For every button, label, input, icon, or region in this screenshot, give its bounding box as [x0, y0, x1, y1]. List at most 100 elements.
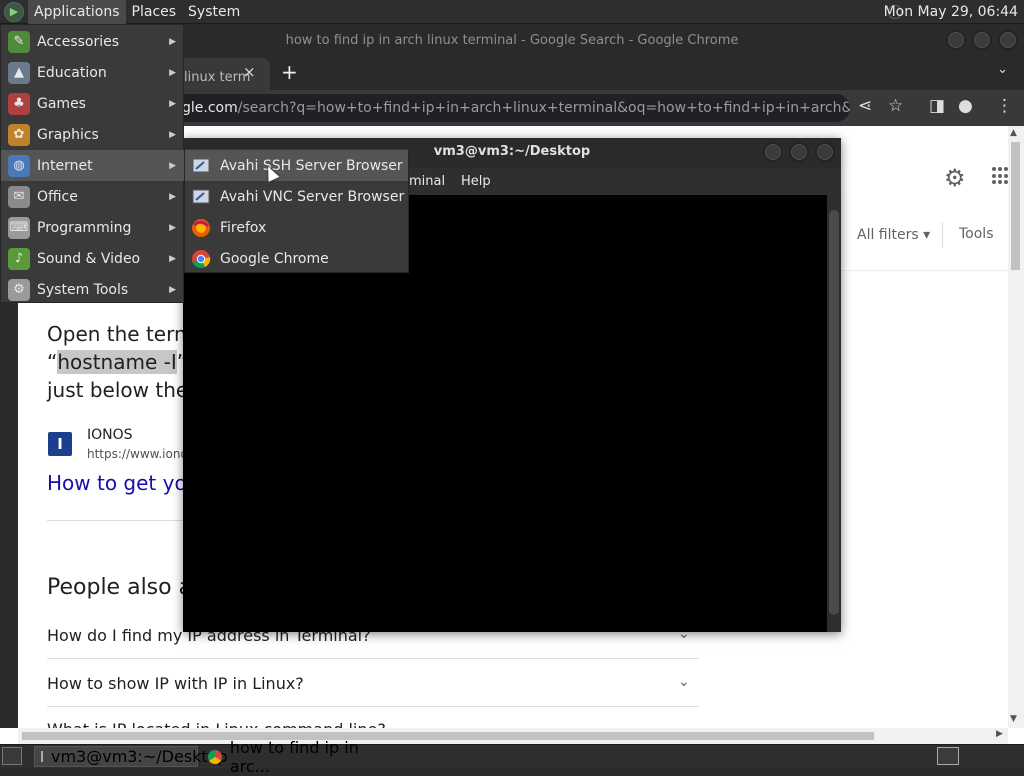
url-host: gle.com	[182, 100, 238, 116]
tab-close-icon[interactable]: ×	[243, 63, 256, 81]
source-name[interactable]: IONOS	[87, 427, 133, 443]
bookmark-star-icon[interactable]: ☆	[888, 96, 903, 116]
submenu-item-avahi-vnc-server-browser[interactable]: Avahi VNC Server Browser	[185, 181, 408, 212]
url-path: /search?q=how+to+find+ip+in+arch+linux+t…	[237, 100, 850, 116]
system-tools-icon: ⚙	[8, 278, 30, 301]
menu-item-label: Programming	[37, 219, 132, 236]
snippet-highlight: hostname -I	[57, 350, 177, 374]
menu-item-label: Internet	[37, 157, 93, 174]
horizontal-scroll-thumb[interactable]	[22, 732, 874, 740]
menu-item-sound-video[interactable]: ♪ Sound & Video ▶	[1, 243, 185, 274]
chevron-down-icon[interactable]: ⌄	[678, 674, 690, 690]
ionos-logo-icon: I	[48, 432, 72, 456]
snippet-line-1: Open the termi	[47, 322, 200, 346]
clock[interactable]: Mon May 29, 06:44	[884, 0, 1018, 24]
submenu-item-avahi-ssh-server-browser[interactable]: Avahi SSH Server Browser	[185, 150, 408, 181]
menu-item-internet[interactable]: ◍ Internet ▶	[1, 150, 185, 181]
menu-item-label: System Tools	[37, 281, 129, 298]
maximize-button[interactable]	[972, 30, 992, 50]
tab-search-icon[interactable]: ⌄	[997, 62, 1008, 77]
submenu-arrow-icon: ▶	[169, 284, 176, 295]
submenu-arrow-icon: ▶	[169, 67, 176, 78]
scroll-down-arrow-icon[interactable]: ▼	[1010, 714, 1017, 724]
menu-item-graphics[interactable]: ✿ Graphics ▶	[1, 119, 185, 150]
menu-item-label: Office	[37, 188, 78, 205]
all-filters-label: All filters	[857, 227, 919, 243]
sound-video-icon: ♪	[8, 247, 30, 270]
submenu-arrow-icon: ▶	[169, 36, 176, 47]
side-panel-icon[interactable]: ◨	[929, 96, 945, 116]
menu-item-accessories[interactable]: ✎ Accessories ▶	[1, 26, 185, 57]
help-menu[interactable]: Help	[461, 174, 491, 189]
applications-menu[interactable]: Applications	[28, 0, 126, 24]
terminal-maximize-button[interactable]	[789, 142, 809, 162]
menu-item-label: Graphics	[37, 126, 99, 143]
task-label: how to find ip in arc...	[229, 737, 359, 776]
task-chrome[interactable]: how to find ip in arc...	[202, 738, 402, 776]
menu-item-education[interactable]: ▲ Education ▶	[1, 57, 185, 88]
submenu-item-label: Avahi SSH Server Browser	[220, 157, 403, 174]
divider	[47, 658, 699, 659]
snippet-line-3: just below the c	[47, 378, 206, 402]
menu-item-label: Games	[37, 95, 86, 112]
vertical-scroll-thumb[interactable]	[1011, 142, 1020, 270]
terminal-minimize-button[interactable]	[763, 142, 783, 162]
submenu-arrow-icon: ▶	[169, 98, 176, 109]
scroll-up-arrow-icon[interactable]: ▲	[1010, 128, 1017, 138]
submenu-item-firefox[interactable]: Firefox	[185, 212, 408, 243]
accessories-icon: ✎	[8, 30, 30, 53]
workspace-switcher[interactable]	[937, 747, 959, 765]
games-icon: ♣	[8, 92, 30, 115]
submenu-arrow-icon: ▶	[169, 160, 176, 171]
submenu-arrow-icon: ▶	[169, 253, 176, 264]
places-menu[interactable]: Places	[126, 0, 183, 24]
settings-gear-icon[interactable]: ⚙	[944, 164, 966, 192]
new-tab-button[interactable]: +	[281, 60, 298, 84]
submenu-arrow-icon: ▶	[169, 222, 176, 233]
menu-item-programming[interactable]: ⌨ Programming ▶	[1, 212, 185, 243]
terminal-scroll-thumb[interactable]	[829, 210, 839, 615]
graphics-icon: ✿	[8, 123, 30, 146]
address-bar[interactable]: gle.com/search?q=how+to+find+ip+in+arch+…	[150, 94, 850, 122]
filters-divider	[942, 222, 943, 248]
avahi-ssh-icon	[190, 155, 212, 177]
chrome-icon	[208, 749, 222, 764]
tools-button[interactable]: Tools	[959, 226, 994, 242]
paa-question[interactable]: What is IP located in Linux command line…	[47, 720, 386, 728]
profile-avatar-icon[interactable]: ●	[958, 96, 973, 116]
education-icon: ▲	[8, 61, 30, 84]
terminal-icon	[41, 751, 43, 762]
internet-icon: ◍	[8, 154, 30, 177]
terminal-menu[interactable]: minal	[409, 174, 445, 189]
submenu-item-label: Avahi VNC Server Browser	[220, 188, 405, 205]
terminal-close-button[interactable]	[815, 142, 835, 162]
minimize-button[interactable]	[946, 30, 966, 50]
scroll-right-arrow-icon[interactable]: ▶	[996, 729, 1003, 739]
share-icon[interactable]: ⋖	[858, 96, 872, 116]
internet-submenu: Avahi SSH Server Browser Avahi VNC Server…	[184, 148, 409, 273]
close-button[interactable]	[998, 30, 1018, 50]
snippet-line-2: “hostname -I” a	[47, 350, 206, 374]
menu-item-office[interactable]: ✉ Office ▶	[1, 181, 185, 212]
window-title: how to find ip in arch linux terminal - …	[285, 33, 739, 48]
paa-question[interactable]: How to show IP with IP in Linux?	[47, 674, 304, 693]
submenu-item-label: Google Chrome	[220, 250, 329, 267]
result-link[interactable]: How to get you	[47, 471, 199, 495]
people-also-ask-heading: People also as	[47, 575, 204, 600]
submenu-item-google-chrome[interactable]: Google Chrome	[185, 243, 408, 274]
menu-item-games[interactable]: ♣ Games ▶	[1, 88, 185, 119]
menu-item-system-tools[interactable]: ⚙ System Tools ▶	[1, 274, 185, 305]
system-menu[interactable]: System	[182, 0, 246, 24]
programming-icon: ⌨	[8, 216, 30, 239]
top-panel: ▶ Applications Places System Mon May 29,…	[0, 0, 1024, 24]
menu-item-label: Education	[37, 64, 107, 81]
menu-item-label: Sound & Video	[37, 250, 141, 267]
chrome-menu-icon[interactable]: ⋮	[996, 96, 1013, 116]
menu-item-label: Accessories	[37, 33, 120, 50]
task-terminal[interactable]: vm3@vm3:~/Desktop	[34, 746, 228, 767]
firefox-icon	[190, 217, 212, 239]
show-desktop-button[interactable]	[2, 747, 22, 765]
all-filters-button[interactable]: All filters ▾	[857, 227, 930, 243]
source-url[interactable]: https://www.ionos	[87, 447, 194, 461]
chrome-icon	[190, 248, 212, 270]
